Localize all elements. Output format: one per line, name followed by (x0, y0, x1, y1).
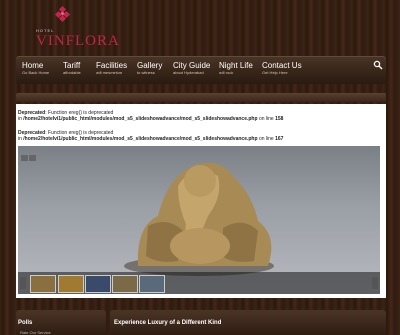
logo-diamond-icon (54, 6, 71, 23)
nav-item-facilities[interactable]: Facilities will mesmerize (96, 61, 127, 76)
nav-item-title: Tariff (63, 61, 81, 70)
slideshow-thumbnail[interactable] (139, 275, 165, 293)
slideshow-thumbnail-bar (18, 272, 380, 294)
warning-line-prefix: on line (258, 136, 274, 142)
nav-item-subtitle: Go Back Home (22, 70, 50, 75)
nav-item-subtitle: will mesmerize (96, 70, 123, 75)
warning-line: 167 (275, 136, 284, 142)
warning-path-prefix: in (18, 116, 22, 122)
nav-item-title: Night Life (219, 61, 253, 70)
slideshow-thumbnail[interactable] (112, 275, 138, 293)
nav-item-contact-us[interactable]: Contact Us Get Help Here (262, 61, 302, 76)
search-icon[interactable] (373, 60, 383, 70)
warning-line-prefix: on line (258, 116, 274, 122)
deprecation-warning: Deprecated: Function ereg() is deprecate… (18, 110, 283, 122)
welcome-title: Experience Luxury of a Different Kind (114, 320, 222, 326)
logo-brand-name: VINFLORA (36, 33, 120, 49)
nav-item-subtitle: to witness (137, 70, 155, 75)
nav-item-night-life[interactable]: Night Life will rock (219, 61, 253, 76)
nav-item-title: Home (22, 61, 44, 70)
polls-question: Rate Our Service (20, 330, 51, 335)
polls-panel: Polls Rate Our Service (16, 310, 106, 335)
nav-item-title: Contact Us (262, 61, 302, 70)
next-arrow-icon[interactable] (372, 277, 378, 289)
nav-item-title: Gallery (137, 61, 163, 70)
nav-item-gallery[interactable]: Gallery to witness (137, 61, 162, 76)
nav-item-title: Facilities (96, 61, 128, 70)
hotel-logo[interactable]: HOTEL VINFLORA (36, 4, 126, 49)
nav-item-home[interactable]: Home Go Back Home (22, 61, 49, 76)
nav-item-tariff[interactable]: Tariff affordable (63, 61, 81, 76)
nav-item-subtitle: about Hyderabad (173, 70, 204, 75)
nav-item-title: City Guide (173, 61, 211, 70)
warning-line: 158 (275, 116, 284, 122)
main-navigation: Home Go Back Home Tariff affordable Faci… (16, 56, 386, 84)
slideshow-thumbnail[interactable] (58, 275, 84, 293)
slideshow-thumbnail[interactable] (30, 275, 56, 293)
warning-path: /home2/hotelvi1/public_html/modules/mod_… (23, 116, 258, 122)
warning-path: /home2/hotelvi1/public_html/modules/mod_… (23, 136, 258, 142)
welcome-panel: Experience Luxury of a Different Kind (110, 310, 386, 335)
content-top-strip (16, 93, 386, 102)
previous-arrow-icon[interactable] (20, 277, 26, 289)
nav-item-subtitle: affordable (63, 70, 81, 75)
main-content-panel: Deprecated: Function ereg() is deprecate… (16, 104, 386, 298)
deprecation-warning: Deprecated: Function ereg() is deprecate… (18, 130, 283, 142)
nav-item-subtitle: Get Help Here (262, 70, 288, 75)
warning-path-prefix: in (18, 136, 22, 142)
polls-title: Polls (18, 320, 33, 326)
nav-item-subtitle: will rock (219, 70, 234, 75)
image-slideshow[interactable] (18, 146, 380, 294)
nav-item-city-guide[interactable]: City Guide about Hyderabad (173, 61, 210, 76)
slideshow-thumbnail[interactable] (85, 275, 111, 293)
